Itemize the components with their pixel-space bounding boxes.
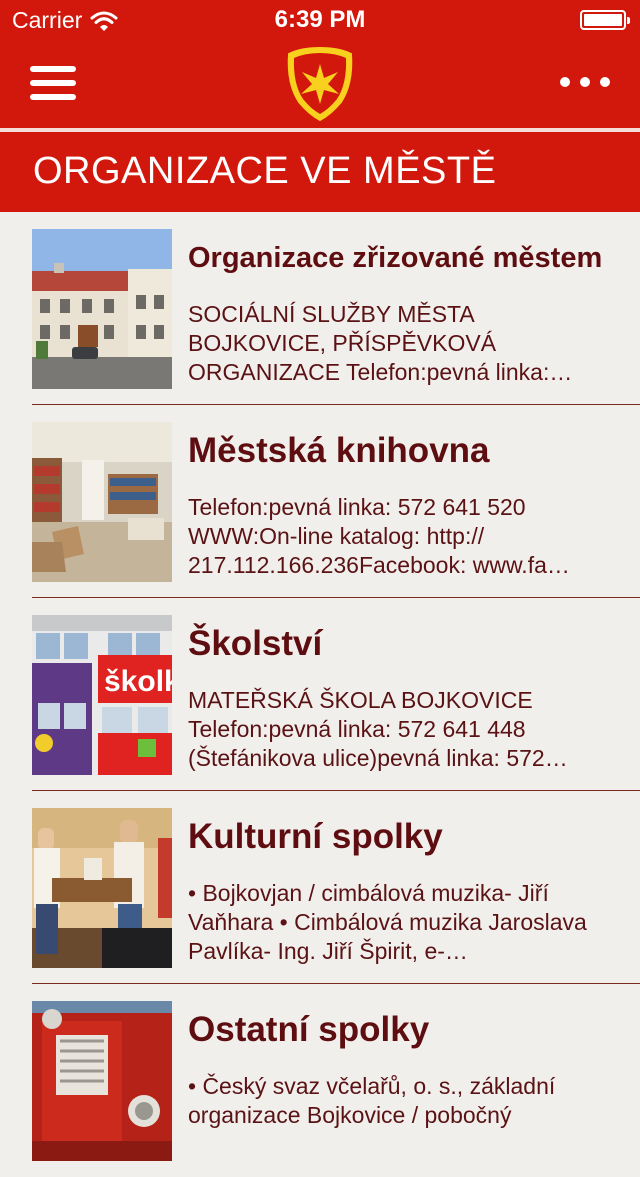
item-title: Kulturní spolky: [188, 817, 443, 856]
item-title: Městská knihovna: [188, 431, 490, 470]
status-time: 6:39 PM: [274, 6, 366, 33]
item-title: Organizace zřizované městem: [188, 242, 603, 274]
thumbnail-library-interior: [32, 422, 172, 582]
thumbnail-kindergarten: školk: [32, 615, 172, 775]
page-title: ORGANIZACE VE MĚSTĚ: [33, 150, 497, 192]
list-item-kulturni-spolky[interactable]: Kulturní spolky • Bojkovjan / cimbálová …: [0, 791, 640, 984]
more-options-icon[interactable]: [560, 72, 610, 92]
item-description: Telefon:pevná linka: 572 641 520 WWW:On-…: [188, 494, 570, 578]
nav-bar: [0, 40, 640, 128]
item-description: • Český svaz včelařů, o. s., základní or…: [188, 1073, 556, 1128]
section-header: ORGANIZACE VE MĚSTĚ: [0, 132, 640, 212]
skolka-sign-text: školk: [104, 665, 172, 698]
item-title: Školství: [188, 624, 323, 663]
item-title: Ostatní spolky: [188, 1010, 430, 1049]
thumbnail-folk-musicians: [32, 808, 172, 968]
status-bar: Carrier 6:39 PM: [0, 0, 640, 40]
item-description: SOCIÁLNÍ SLUŽBY MĚSTA BOJKOVICE, PŘÍSPĚV…: [188, 301, 573, 385]
list-item-knihovna[interactable]: Městská knihovna Telefon:pevná linka: 57…: [0, 405, 640, 598]
list-item-ostatni-spolky[interactable]: Ostatní spolky • Český svaz včelařů, o. …: [0, 984, 640, 1177]
thumbnail-fire-truck: [32, 1001, 172, 1161]
thumbnail-town-building: [32, 229, 172, 389]
organization-list: Organizace zřizované městem SOCIÁLNÍ SLU…: [0, 212, 640, 1177]
item-description: MATEŘSKÁ ŠKOLA BOJKOVICE Telefon:pevná l…: [188, 687, 568, 771]
list-item-organizace[interactable]: Organizace zřizované městem SOCIÁLNÍ SLU…: [0, 212, 640, 405]
item-description: • Bojkovjan / cimbálová muzika- Jiří Vaň…: [188, 880, 587, 964]
hamburger-menu-icon[interactable]: [30, 66, 76, 102]
battery-icon: [580, 10, 630, 30]
list-item-skolstvi[interactable]: školk Školství MATEŘSKÁ ŠKOLA BOJKOVICE …: [0, 598, 640, 791]
city-coat-of-arms-logo: [287, 46, 353, 122]
